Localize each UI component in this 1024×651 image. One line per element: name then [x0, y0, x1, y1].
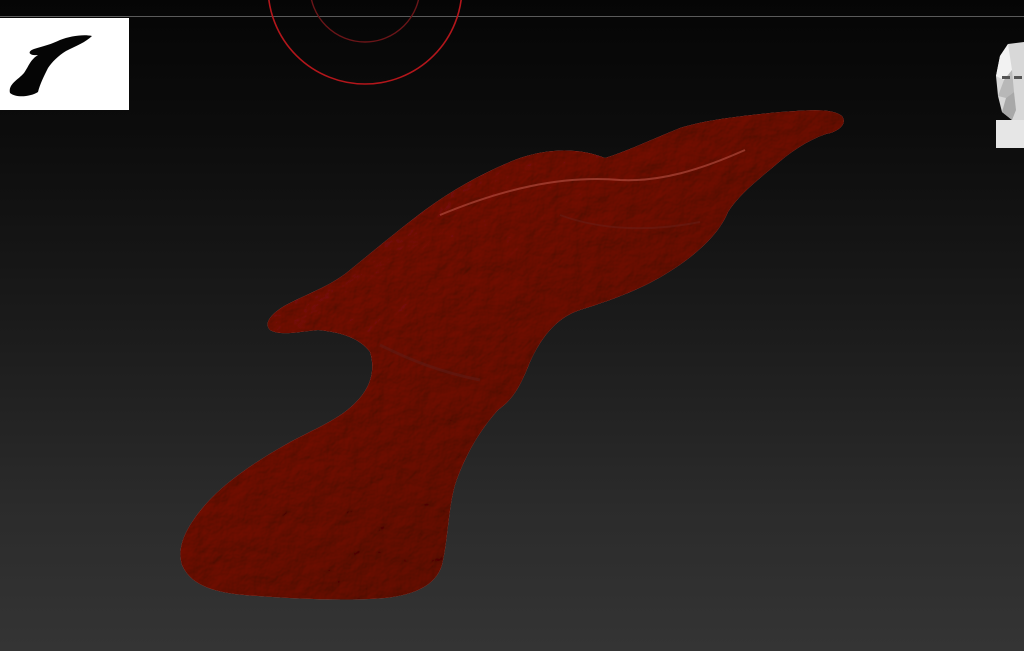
sculpted-mesh[interactable]	[0, 0, 1024, 651]
3d-viewport[interactable]	[0, 0, 1024, 651]
head-orientation-icon[interactable]	[990, 40, 1024, 150]
mesh-body[interactable]	[180, 110, 844, 600]
